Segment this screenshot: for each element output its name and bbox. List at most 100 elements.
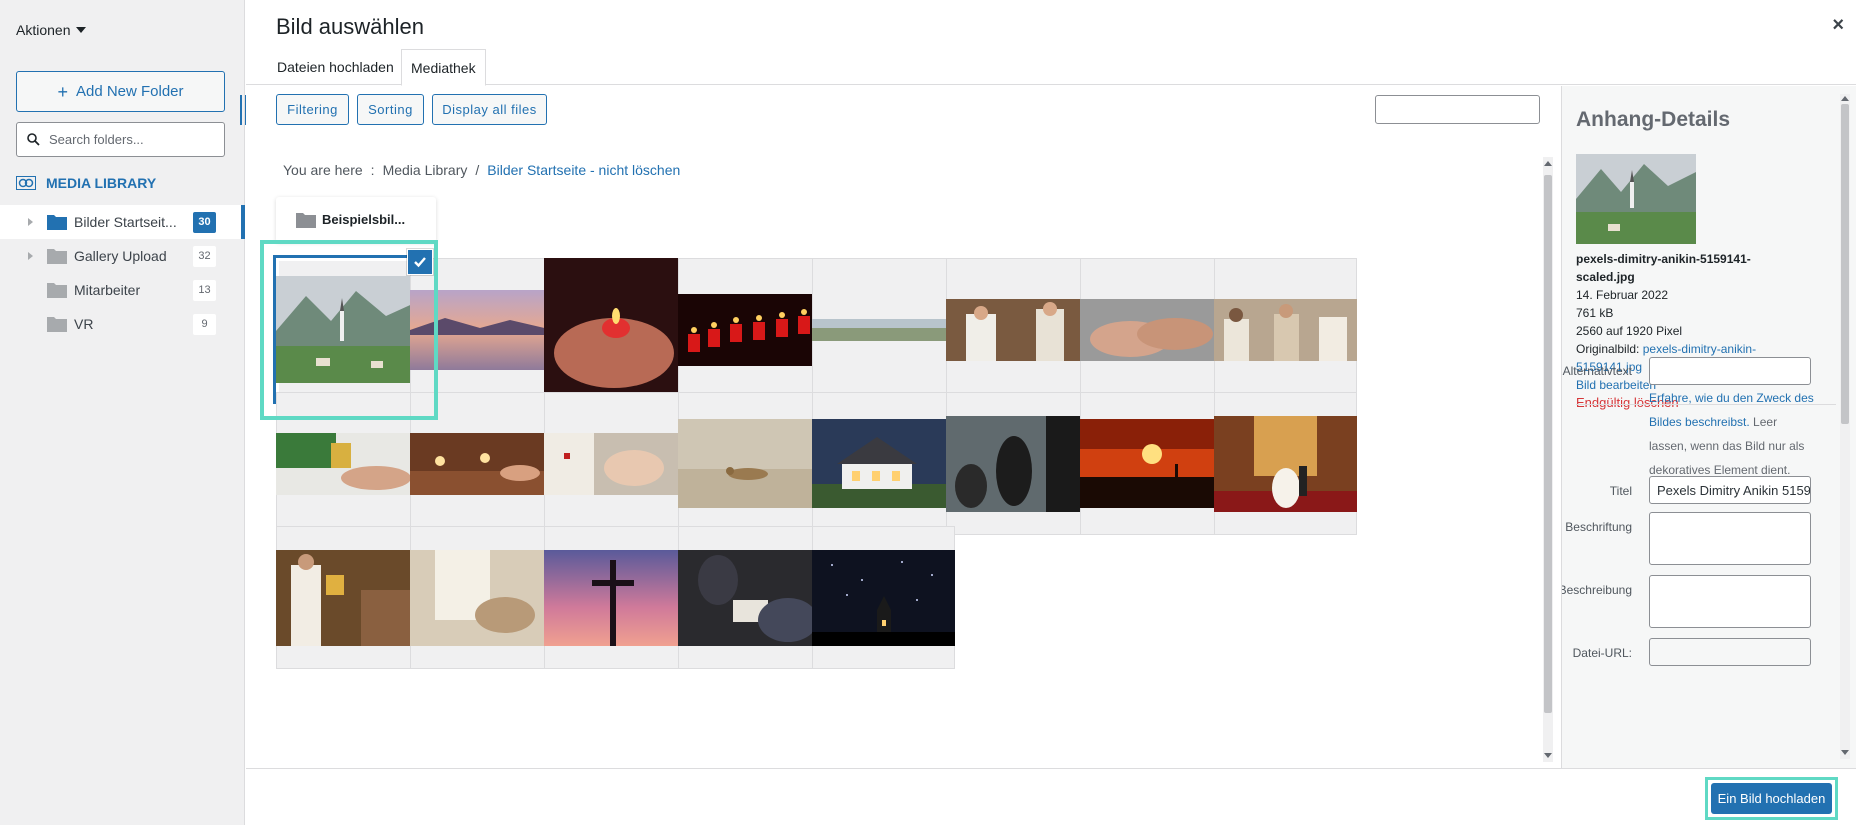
folder-icon bbox=[296, 213, 316, 228]
baptism-font-image bbox=[410, 549, 553, 646]
scroll-up-icon[interactable] bbox=[1841, 96, 1849, 101]
folder-item-vr[interactable]: VR 9 bbox=[0, 307, 245, 341]
red-candles-image bbox=[678, 293, 821, 366]
media-search-input[interactable] bbox=[1375, 95, 1540, 124]
alt-text-help: Erfahre, wie du den Zweck des Bildes bes… bbox=[1649, 386, 1814, 482]
alt-text-help-link[interactable]: Erfahre, wie du den Zweck des Bildes bes… bbox=[1649, 391, 1814, 429]
alt-text-input[interactable] bbox=[1649, 357, 1811, 385]
file-url-input[interactable] bbox=[1649, 638, 1811, 666]
add-new-folder-button[interactable]: + Add New Folder bbox=[16, 71, 225, 112]
candle-lights-image bbox=[410, 432, 553, 495]
subfolder-card[interactable]: Beispielsbil... bbox=[276, 197, 436, 242]
filtering-button[interactable]: Filtering bbox=[276, 94, 349, 125]
house-image bbox=[812, 419, 955, 508]
baptism-image bbox=[544, 432, 687, 495]
details-filesize: 761 kB bbox=[1576, 306, 1614, 320]
attachment-thumbnail[interactable] bbox=[410, 392, 553, 535]
attachment-thumbnail[interactable] bbox=[946, 258, 1089, 401]
close-icon[interactable]: × bbox=[1832, 14, 1844, 37]
folder-search-input[interactable] bbox=[49, 132, 209, 147]
sorting-button[interactable]: Sorting bbox=[357, 94, 424, 125]
subfolder-label: Beispielsbil... bbox=[322, 212, 406, 227]
breadcrumb-root[interactable]: Media Library bbox=[383, 162, 468, 178]
scrollbar-thumb[interactable] bbox=[1544, 175, 1552, 713]
candle-hands-image bbox=[544, 258, 687, 401]
edit-image-link[interactable]: Bild bearbeiten bbox=[1576, 378, 1656, 392]
attachment-thumbnail[interactable] bbox=[678, 392, 821, 535]
file-url-label: Datei-URL: bbox=[1572, 646, 1632, 660]
attachment-thumbnail[interactable] bbox=[678, 258, 821, 401]
title-input[interactable]: Pexels Dimitry Anikin 5159141 bbox=[1649, 476, 1811, 504]
scroll-down-icon[interactable] bbox=[1544, 753, 1552, 758]
details-scrollbar[interactable] bbox=[1840, 94, 1850, 759]
tab-media-library[interactable]: Mediathek bbox=[401, 49, 486, 86]
media-library-label: MEDIA LIBRARY bbox=[46, 175, 157, 191]
folder-icon bbox=[47, 283, 67, 298]
folder-count-badge: 32 bbox=[193, 245, 216, 267]
search-icon bbox=[27, 133, 40, 146]
attachment-thumbnail[interactable] bbox=[1080, 392, 1223, 535]
details-dimensions: 2560 auf 1920 Pixel bbox=[1576, 324, 1683, 338]
church-wedding-image bbox=[1214, 415, 1357, 512]
media-library-icon bbox=[16, 176, 36, 190]
folder-sidebar: Aktionen + Add New Folder MEDIA LIBRARY … bbox=[0, 0, 247, 825]
attachment-thumbnail[interactable] bbox=[946, 392, 1089, 535]
folder-label: Gallery Upload bbox=[74, 248, 167, 264]
scrollbar-thumb[interactable] bbox=[1841, 104, 1849, 424]
expand-arrow-icon[interactable] bbox=[28, 218, 33, 226]
communion-image bbox=[276, 432, 419, 495]
attachments-scrollbar[interactable] bbox=[1543, 157, 1553, 762]
details-heading: Anhang-Details bbox=[1576, 108, 1731, 131]
folder-tree: Bilder Startseit... 30 Gallery Upload 32… bbox=[0, 205, 245, 341]
description-textarea[interactable] bbox=[1649, 575, 1811, 628]
attachment-thumbnail[interactable] bbox=[276, 526, 419, 669]
attachment-thumbnail[interactable] bbox=[812, 526, 955, 669]
details-filename: pexels-dimitry-anikin-5159141-scaled.jpg bbox=[1576, 252, 1751, 284]
display-all-files-button[interactable]: Display all files bbox=[432, 94, 547, 125]
attachment-thumbnail[interactable] bbox=[544, 392, 687, 535]
attachment-thumbnail[interactable] bbox=[678, 526, 821, 669]
church-service-image bbox=[276, 549, 419, 646]
folder-icon bbox=[47, 249, 67, 264]
attachment-thumbnail[interactable] bbox=[1080, 258, 1223, 401]
folder-item-gallery-upload[interactable]: Gallery Upload 32 bbox=[0, 239, 245, 273]
scroll-down-icon[interactable] bbox=[1841, 750, 1849, 755]
attachment-thumbnail[interactable] bbox=[812, 258, 955, 401]
folder-count-badge: 13 bbox=[193, 279, 216, 301]
breadcrumb-divider: / bbox=[475, 162, 480, 178]
tab-upload-files[interactable]: Dateien hochladen bbox=[268, 49, 403, 85]
starry-chapel-image bbox=[812, 549, 955, 646]
attachment-thumbnail[interactable] bbox=[544, 526, 687, 669]
actions-dropdown[interactable]: Aktionen bbox=[16, 22, 87, 38]
folder-icon bbox=[47, 215, 67, 230]
attachment-thumbnail[interactable] bbox=[410, 258, 553, 401]
attachment-details-panel: Anhang-Details pexels-dimitry-anikin-515… bbox=[1561, 86, 1856, 768]
mother-child-image bbox=[946, 415, 1089, 512]
folder-item-mitarbeiter[interactable]: Mitarbeiter 13 bbox=[0, 273, 245, 307]
attachment-thumbnail[interactable] bbox=[812, 392, 955, 535]
reading-pews-image bbox=[678, 549, 821, 646]
attachment-thumbnail[interactable] bbox=[1214, 258, 1357, 401]
attachment-thumbnail[interactable] bbox=[544, 258, 687, 401]
breadcrumb: You are here : Media Library / Bilder St… bbox=[283, 162, 680, 178]
orange-sunset-image bbox=[1080, 419, 1223, 508]
attachment-thumbnail[interactable] bbox=[410, 526, 553, 669]
folder-item-bilder-startseite[interactable]: Bilder Startseit... 30 bbox=[0, 205, 245, 239]
selected-checkmark-icon[interactable] bbox=[408, 250, 432, 274]
expand-arrow-icon[interactable] bbox=[28, 252, 33, 260]
add-folder-label: Add New Folder bbox=[75, 83, 184, 100]
panorama-image bbox=[812, 318, 955, 341]
attachment-thumbnail[interactable] bbox=[276, 258, 419, 401]
upload-image-button[interactable]: Ein Bild hochladen bbox=[1711, 783, 1832, 814]
folder-icon bbox=[47, 317, 67, 332]
folder-count-badge: 9 bbox=[193, 313, 216, 335]
media-library-link[interactable]: MEDIA LIBRARY bbox=[16, 175, 156, 191]
attachment-thumbnail[interactable] bbox=[1214, 392, 1357, 535]
folder-label: Bilder Startseit... bbox=[74, 214, 177, 230]
modal-title: Bild auswählen bbox=[276, 14, 424, 39]
scroll-up-icon[interactable] bbox=[1544, 161, 1552, 166]
breadcrumb-current[interactable]: Bilder Startseite - nicht löschen bbox=[487, 162, 680, 178]
attachment-thumbnail[interactable] bbox=[276, 392, 419, 535]
description-label: Beschreibung bbox=[1561, 583, 1632, 597]
caption-textarea[interactable] bbox=[1649, 512, 1811, 565]
